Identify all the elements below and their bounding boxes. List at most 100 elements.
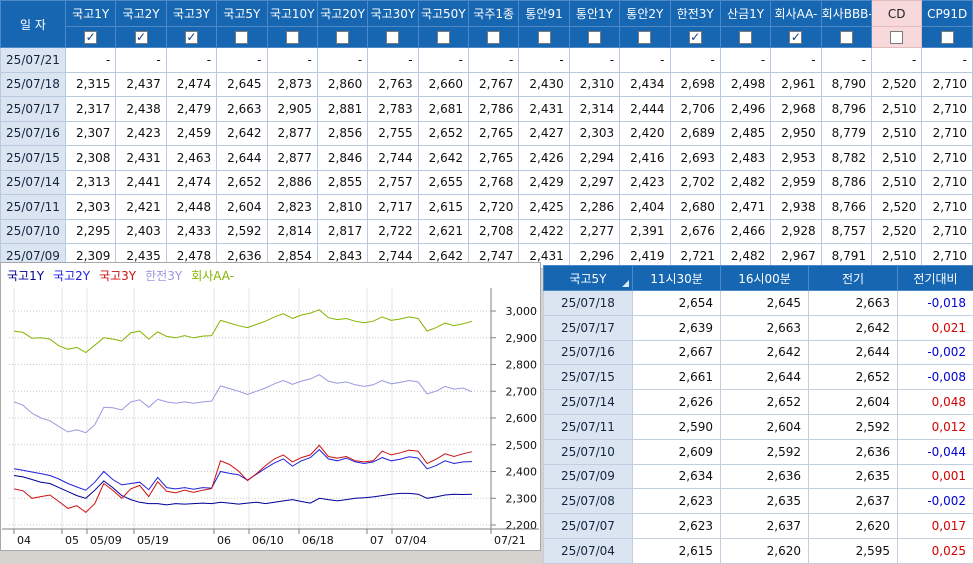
column-header-13[interactable]: 산금1Y (720, 1, 770, 27)
intraday-panel: 국고5Y11시30분16시00분전기전기대비25/07/182,6542,645… (543, 265, 973, 551)
column-header-8[interactable]: 국주1종 (469, 1, 519, 27)
yield-row[interactable]: 25/07/112,3032,4212,4482,6042,8232,8102,… (1, 195, 973, 220)
y-axis-label: 2,500 (506, 439, 538, 452)
intraday-row[interactable]: 25/07/082,6232,6352,637-0,002 (544, 489, 973, 514)
column-header-1[interactable]: 국고2Y (116, 1, 166, 27)
yield-value-cell: 2,423 (620, 170, 670, 195)
column-header-9[interactable]: 통안91 (519, 1, 569, 27)
intraday-row[interactable]: 25/07/112,5902,6042,5920,012 (544, 414, 973, 439)
column-header-10[interactable]: 통안1Y (569, 1, 619, 27)
column-header-6[interactable]: 국고30Y (368, 1, 418, 27)
y-axis-label: 2,800 (506, 359, 538, 372)
column-header-2[interactable]: 국고3Y (166, 1, 216, 27)
series-checkbox-5[interactable] (336, 31, 349, 44)
series-checkbox-14[interactable] (789, 31, 802, 44)
intraday-column-header-0[interactable]: 국고5Y (544, 266, 633, 291)
value-cell: 2,654 (633, 291, 721, 316)
series-checkbox-4[interactable] (286, 31, 299, 44)
yield-value-cell: 2,421 (116, 195, 166, 220)
column-header-16[interactable]: CD (872, 1, 922, 27)
yield-value-cell: 2,663 (217, 97, 267, 122)
change-cell: -0,044 (898, 439, 973, 464)
yield-value-cell: 2,710 (922, 121, 973, 146)
yield-value-cell: 2,391 (620, 219, 670, 244)
yield-row[interactable]: 25/07/142,3132,4412,4742,6522,8862,8552,… (1, 170, 973, 195)
series-checkbox-2[interactable] (185, 31, 198, 44)
yield-value-cell: 2,295 (66, 219, 116, 244)
checkbox-cell (66, 27, 116, 48)
series-checkbox-17[interactable] (941, 31, 954, 44)
series-checkbox-8[interactable] (487, 31, 500, 44)
intraday-row[interactable]: 25/07/102,6092,5922,636-0,044 (544, 439, 973, 464)
value-cell: 2,644 (809, 340, 898, 365)
intraday-row[interactable]: 25/07/182,6542,6452,663-0,018 (544, 291, 973, 316)
column-header-15[interactable]: 회사BBB- (821, 1, 871, 27)
yield-value-cell: 2,277 (569, 219, 619, 244)
column-header-11[interactable]: 통안2Y (620, 1, 670, 27)
column-header-3[interactable]: 국고5Y (217, 1, 267, 27)
series-checkbox-6[interactable] (386, 31, 399, 44)
column-header-17[interactable]: CP91D (922, 1, 973, 27)
yield-value-cell: 2,652 (217, 170, 267, 195)
intraday-row[interactable]: 25/07/072,6232,6372,6200,017 (544, 514, 973, 539)
y-axis-label: 2,200 (506, 519, 538, 532)
yield-row[interactable]: 25/07/21------------------ (1, 48, 973, 73)
yield-value-cell: 2,860 (317, 72, 367, 97)
y-axis-label: 2,700 (506, 385, 538, 398)
change-cell: 0,012 (898, 414, 973, 439)
yield-value-cell: - (519, 48, 569, 73)
series-checkbox-15[interactable] (840, 31, 853, 44)
checkbox-cell (821, 27, 871, 48)
yield-value-cell: 2,873 (267, 72, 317, 97)
intraday-column-header-1[interactable]: 11시30분 (633, 266, 721, 291)
yield-row[interactable]: 25/07/152,3082,4312,4632,6442,8772,8462,… (1, 146, 973, 171)
change-cell: 0,001 (898, 464, 973, 489)
column-header-14[interactable]: 회사AA- (771, 1, 821, 27)
date-cell: 25/07/17 (544, 315, 633, 340)
checkbox-cell (418, 27, 468, 48)
date-column-header: 일 자 (1, 1, 66, 48)
yield-value-cell: 2,403 (116, 219, 166, 244)
series-checkbox-16[interactable] (890, 31, 903, 44)
yield-row[interactable]: 25/07/182,3152,4372,4742,6452,8732,8602,… (1, 72, 973, 97)
column-header-4[interactable]: 국고10Y (267, 1, 317, 27)
yield-value-cell: 2,938 (771, 195, 821, 220)
intraday-row[interactable]: 25/07/152,6612,6442,652-0,008 (544, 365, 973, 390)
yield-row[interactable]: 25/07/162,3072,4232,4592,6422,8772,8562,… (1, 121, 973, 146)
series-checkbox-3[interactable] (235, 31, 248, 44)
yield-value-cell: 2,652 (418, 121, 468, 146)
series-checkbox-11[interactable] (638, 31, 651, 44)
chart-legend: 국고1Y국고2Y국고3Y한전3Y회사AA- (1, 263, 540, 287)
series-checkbox-0[interactable] (84, 31, 97, 44)
x-axis-label: 07 (370, 534, 384, 547)
intraday-row[interactable]: 25/07/172,6392,6632,6420,021 (544, 315, 973, 340)
series-checkbox-13[interactable] (739, 31, 752, 44)
column-header-12[interactable]: 한전3Y (670, 1, 720, 27)
series-checkbox-1[interactable] (135, 31, 148, 44)
checkbox-cell (620, 27, 670, 48)
column-header-0[interactable]: 국고1Y (66, 1, 116, 27)
yield-value-cell: 2,431 (519, 97, 569, 122)
series-line-한전3Y (14, 375, 472, 433)
yield-value-cell: 2,479 (166, 97, 216, 122)
yield-value-cell: - (771, 48, 821, 73)
intraday-row[interactable]: 25/07/092,6342,6362,6350,001 (544, 464, 973, 489)
yield-row[interactable]: 25/07/172,3172,4382,4792,6632,9052,8812,… (1, 97, 973, 122)
column-header-7[interactable]: 국고50Y (418, 1, 468, 27)
series-checkbox-9[interactable] (538, 31, 551, 44)
intraday-row[interactable]: 25/07/142,6262,6522,6040,048 (544, 390, 973, 415)
intraday-column-header-4[interactable]: 전기대비 (898, 266, 973, 291)
intraday-row[interactable]: 25/07/162,6672,6422,644-0,002 (544, 340, 973, 365)
yield-value-cell: 2,427 (519, 121, 569, 146)
column-header-5[interactable]: 국고20Y (317, 1, 367, 27)
yield-value-cell: 2,313 (66, 170, 116, 195)
series-checkbox-12[interactable] (689, 31, 702, 44)
yield-row[interactable]: 25/07/102,2952,4032,4332,5922,8142,8172,… (1, 219, 973, 244)
checkbox-cell (519, 27, 569, 48)
yield-value-cell: 2,710 (922, 72, 973, 97)
series-checkbox-10[interactable] (588, 31, 601, 44)
intraday-column-header-3[interactable]: 전기 (809, 266, 898, 291)
series-checkbox-7[interactable] (437, 31, 450, 44)
intraday-column-header-2[interactable]: 16시00분 (721, 266, 809, 291)
yield-value-cell: 2,483 (720, 146, 770, 171)
